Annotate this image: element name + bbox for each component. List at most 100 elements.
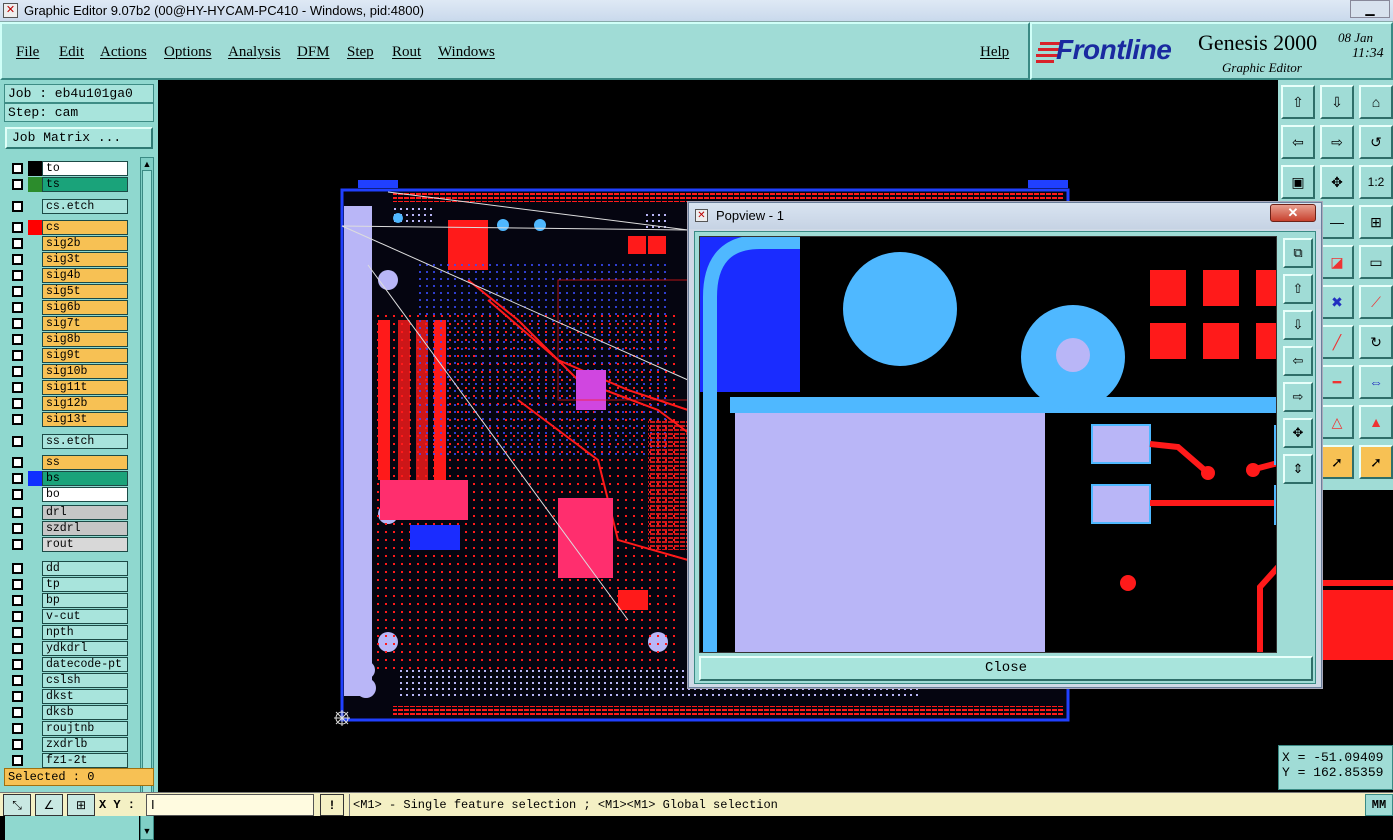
h-line-icon[interactable]: ━ [1320, 365, 1354, 399]
layer-row[interactable]: tp [8, 577, 128, 593]
scroll-up-icon[interactable]: ▲ [142, 159, 152, 169]
home-icon[interactable]: ⌂ [1359, 85, 1393, 119]
layer-checkbox[interactable] [12, 643, 23, 654]
layer-row[interactable]: dksb [8, 705, 128, 721]
rotate-icon[interactable]: ↻ [1359, 325, 1393, 359]
scale-1-2-icon[interactable]: 1:2 [1359, 165, 1393, 199]
popview-center-icon[interactable]: ⇕ [1283, 454, 1313, 484]
menu-step[interactable]: Step [347, 44, 374, 61]
popview-titlebar[interactable]: ✕ Popview - 1 ✕ [689, 203, 1321, 229]
menu-options[interactable]: Options [164, 44, 212, 61]
layer-row[interactable]: ss [8, 455, 128, 471]
layer-row[interactable]: npth [8, 625, 128, 641]
layer-checkbox[interactable] [12, 238, 23, 249]
pan-right-icon[interactable]: ⇨ [1320, 125, 1354, 159]
layer-checkbox[interactable] [12, 436, 23, 447]
layer-row[interactable]: drl [8, 505, 128, 521]
layer-row[interactable]: cs.etch [8, 199, 128, 215]
line-tool-icon[interactable]: ⟋ [1359, 285, 1393, 319]
layer-checkbox[interactable] [12, 201, 23, 212]
popview-close-button[interactable]: Close [699, 656, 1313, 681]
layer-checkbox[interactable] [12, 473, 23, 484]
layer-row[interactable]: sig7t [8, 316, 128, 332]
popview-canvas[interactable] [699, 236, 1277, 653]
layer-checkbox[interactable] [12, 595, 23, 606]
layer-checkbox[interactable] [12, 611, 23, 622]
layer-checkbox[interactable] [12, 382, 23, 393]
units-toggle[interactable]: MM [1365, 794, 1393, 816]
slash-tool-icon[interactable]: ╱ [1320, 325, 1354, 359]
layer-checkbox[interactable] [12, 366, 23, 377]
scroll-down-icon[interactable]: ▼ [142, 826, 152, 836]
layer-checkbox[interactable] [12, 350, 23, 361]
menu-rout[interactable]: Rout [392, 44, 421, 61]
layer-checkbox[interactable] [12, 334, 23, 345]
layer-row[interactable]: sig3t [8, 252, 128, 268]
job-matrix-button[interactable]: Job Matrix ... [5, 127, 153, 149]
layer-row[interactable]: sig13t [8, 412, 128, 428]
layer-row[interactable]: sig9t [8, 348, 128, 364]
menu-dfm[interactable]: DFM [297, 44, 330, 61]
layer-row[interactable]: sig5t [8, 284, 128, 300]
menu-analysis[interactable]: Analysis [228, 44, 281, 61]
layer-row[interactable]: dkst [8, 689, 128, 705]
menu-file[interactable]: File [16, 44, 39, 61]
layer-checkbox[interactable] [12, 254, 23, 265]
layer-checkbox[interactable] [12, 523, 23, 534]
layer-checkbox[interactable] [12, 723, 23, 734]
layer-checkbox[interactable] [12, 163, 23, 174]
zoom-home-icon[interactable]: ⇧ [1281, 85, 1315, 119]
alert-button[interactable]: ! [320, 794, 344, 816]
select-cursor-icon[interactable]: ➚ [1320, 445, 1354, 479]
layer-row[interactable]: sig10b [8, 364, 128, 380]
layer-checkbox[interactable] [12, 579, 23, 590]
popview-left-icon[interactable]: ⇦ [1283, 346, 1313, 376]
layer-row[interactable]: sig4b [8, 268, 128, 284]
menu-actions[interactable]: Actions [100, 44, 147, 61]
triangle-arrow-icon[interactable]: ▲ [1359, 405, 1393, 439]
layer-checkbox[interactable] [12, 707, 23, 718]
layer-row[interactable]: ts [8, 177, 128, 193]
layer-row[interactable]: bo [8, 487, 128, 503]
center-icon[interactable]: ✥ [1320, 165, 1354, 199]
xy-input[interactable]: I [146, 794, 314, 816]
layer-row[interactable]: szdrl [8, 521, 128, 537]
layer-checkbox[interactable] [12, 627, 23, 638]
layer-checkbox[interactable] [12, 270, 23, 281]
layer-row[interactable]: fz1-2t [8, 753, 128, 769]
undo-zoom-icon[interactable]: ↺ [1359, 125, 1393, 159]
layer-row[interactable]: roujtnb [8, 721, 128, 737]
menu-windows[interactable]: Windows [438, 44, 495, 61]
measure-icon[interactable]: — [1320, 205, 1354, 239]
ruler-icon[interactable]: ▭ [1359, 245, 1393, 279]
layer-row[interactable]: rout [8, 537, 128, 553]
snap-angle-icon[interactable]: ∠ [35, 794, 63, 816]
layer-checkbox[interactable] [12, 457, 23, 468]
h-measure-icon[interactable]: ⇔ [1359, 365, 1393, 399]
layer-checkbox[interactable] [12, 739, 23, 750]
layer-row[interactable]: sig12b [8, 396, 128, 412]
layer-checkbox[interactable] [12, 563, 23, 574]
layer-row[interactable]: sig2b [8, 236, 128, 252]
layer-checkbox[interactable] [12, 302, 23, 313]
layer-checkbox[interactable] [12, 222, 23, 233]
layer-row[interactable]: dd [8, 561, 128, 577]
layer-row[interactable]: cslsh [8, 673, 128, 689]
cross-icon[interactable]: ✖ [1320, 285, 1354, 319]
layer-list-scrollbar[interactable]: ▲ ▼ [140, 157, 154, 840]
layer-row[interactable]: ydkdrl [8, 641, 128, 657]
layer-row[interactable]: bs [8, 471, 128, 487]
layer-checkbox[interactable] [12, 755, 23, 766]
layer-checkbox[interactable] [12, 286, 23, 297]
pan-left-icon[interactable]: ⇦ [1281, 125, 1315, 159]
popview-zoom-icon[interactable]: ⧉ [1283, 238, 1313, 268]
layer-row[interactable]: sig8b [8, 332, 128, 348]
layer-row[interactable]: sig11t [8, 380, 128, 396]
zoom-area-icon[interactable]: ⤡ [3, 794, 31, 816]
fit-screen-icon[interactable]: ▣ [1281, 165, 1315, 199]
layer-row[interactable]: zxdrlb [8, 737, 128, 753]
layer-checkbox[interactable] [12, 489, 23, 500]
grid-icon[interactable]: ⊞ [67, 794, 95, 816]
layer-row[interactable]: datecode-pt [8, 657, 128, 673]
popview-up-icon[interactable]: ⇧ [1283, 274, 1313, 304]
